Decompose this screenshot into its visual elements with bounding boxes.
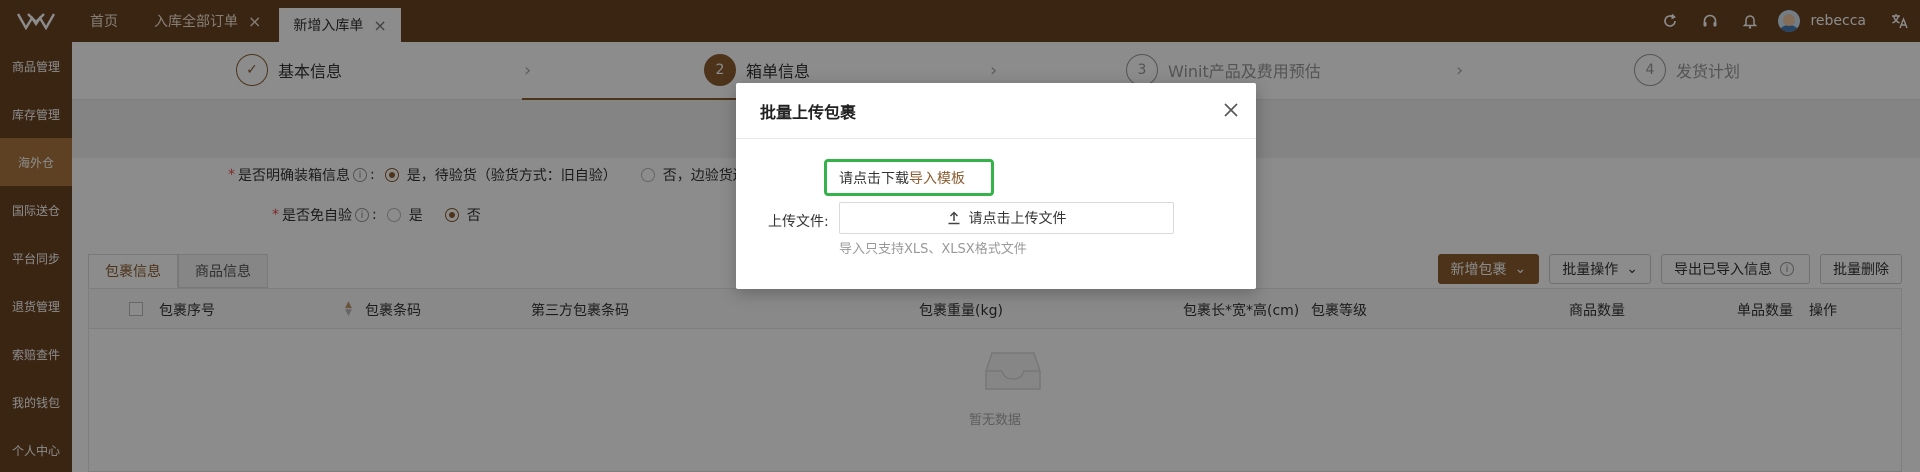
download-template-link[interactable]: 导入模板 bbox=[909, 168, 965, 188]
upload-file-button[interactable]: 请点击上传文件 bbox=[839, 202, 1174, 234]
upload-icon bbox=[948, 211, 959, 225]
close-icon[interactable] bbox=[1220, 99, 1242, 121]
download-template-hint: 请点击下载 导入模板 bbox=[824, 159, 994, 196]
dialog-header: 批量上传包裹 bbox=[736, 83, 1256, 139]
batch-upload-dialog: 批量上传包裹 请点击下载 导入模板 上传文件: 请点击上传文件 导入只支持XLS、… bbox=[736, 83, 1256, 289]
